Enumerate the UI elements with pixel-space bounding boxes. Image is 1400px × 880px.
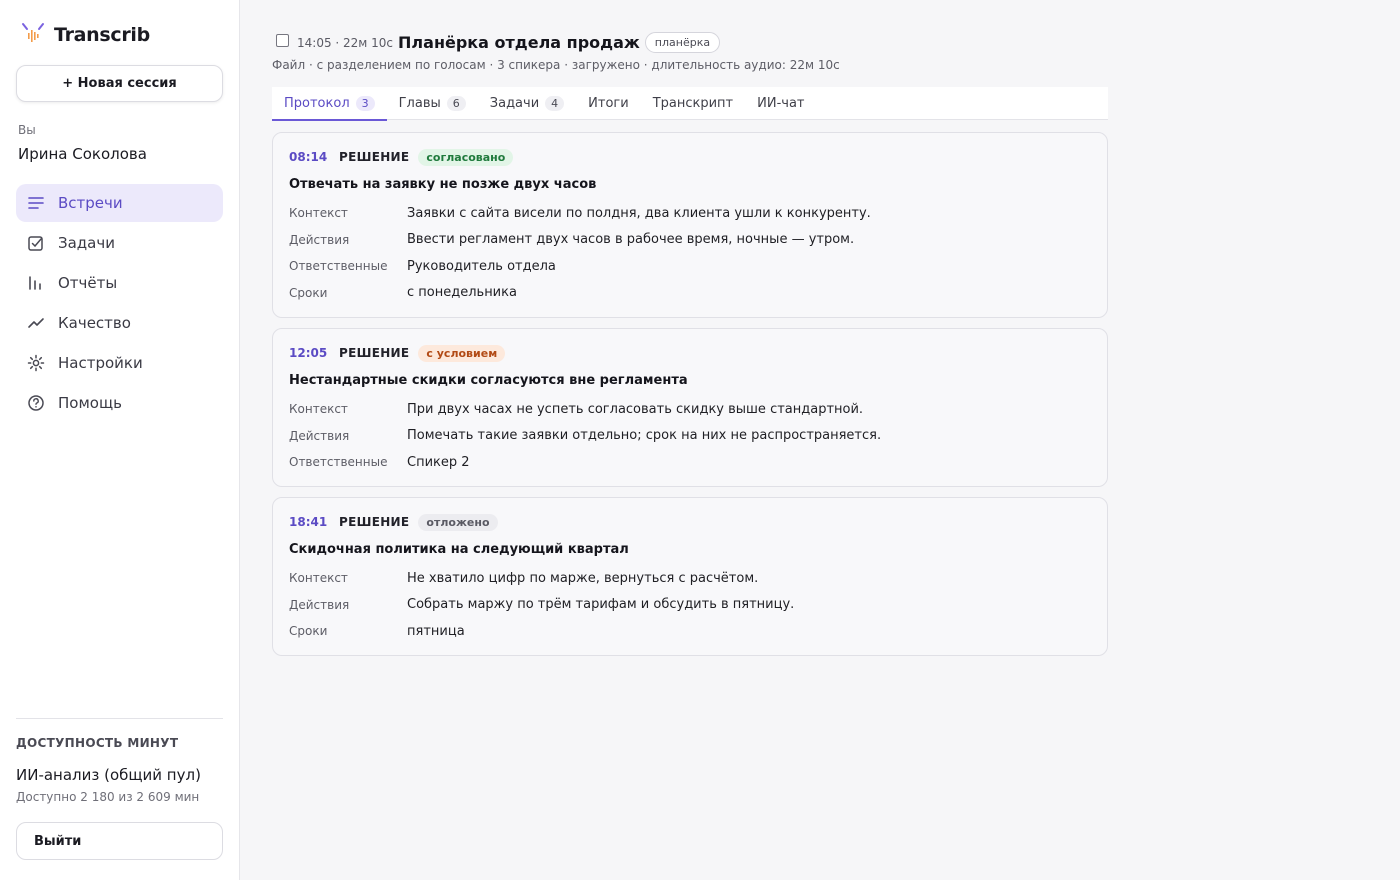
row-value: Помечать такие заявки отдельно; срок на … — [407, 428, 882, 444]
logout-button[interactable]: Выйти — [16, 822, 223, 860]
sidebar-item-tasks[interactable]: Задачи — [16, 224, 223, 262]
meeting-header: 14:05 · 22м 10с Планёрка отдела продаж п… — [276, 31, 721, 53]
sidebar-item-label: Задачи — [58, 234, 115, 252]
help-icon — [26, 393, 46, 413]
sidebar-item-settings[interactable]: Настройки — [16, 344, 223, 382]
row-value: Собрать маржу по трём тарифам и обсудить… — [407, 597, 795, 613]
row-value: пятница — [407, 623, 465, 639]
tab-label: Протокол — [284, 96, 350, 111]
decision-timestamp[interactable]: 08:14 — [289, 150, 339, 164]
new-session-button[interactable]: + Новая сессия — [16, 65, 223, 102]
decision-row: Контекст При двух часах не успеть соглас… — [289, 396, 1091, 423]
decision-row: Сроки с понедельника — [289, 280, 1091, 307]
minutes-pool: ИИ-анализ (общий пул) — [16, 766, 201, 784]
sidebar-item-label: Настройки — [58, 354, 143, 372]
sidebar-item-label: Качество — [58, 314, 131, 332]
decision-row: Ответственные Руководитель отдела — [289, 253, 1091, 280]
row-value: Ввести регламент двух часов в рабочее вр… — [407, 232, 855, 248]
minutes-available: Доступно 2 180 из 2 609 мин — [16, 790, 200, 804]
you-label: Вы — [18, 123, 36, 137]
row-value: Заявки с сайта висели по полдня, два кли… — [407, 205, 871, 221]
tab-label: Главы — [398, 96, 441, 111]
decision-row: Действия Ввести регламент двух часов в р… — [289, 227, 1091, 254]
decision-row: Действия Собрать маржу по трём тарифам и… — [289, 592, 1091, 619]
row-label: Ответственные — [289, 455, 388, 470]
user-name: Ирина Соколова — [18, 145, 147, 163]
meeting-meta: 14:05 · 22м 10с — [297, 36, 394, 50]
sidebar-item-label: Отчёты — [58, 274, 118, 292]
list-icon — [26, 193, 46, 213]
decision-title: Отвечать на заявку не позже двух часов — [289, 177, 597, 192]
row-label: Действия — [289, 428, 350, 443]
status-badge: согласовано — [418, 148, 514, 166]
decision-row: Контекст Заявки с сайта висели по полдня… — [289, 200, 1091, 227]
sidebar-nav: Встречи Задачи Отчёты Качество Настройки — [16, 184, 223, 424]
sidebar-item-meetings[interactable]: Встречи — [16, 184, 223, 222]
tab-tasks[interactable]: Задачи 4 — [478, 87, 576, 120]
tab-bar: Протокол 3 Главы 6 Задачи 4 Итоги Транск… — [272, 87, 1108, 121]
status-badge: с условием — [418, 344, 506, 362]
tab-ai-chat[interactable]: ИИ-чат — [745, 87, 816, 120]
decision-kind: РЕШЕНИЕ — [339, 346, 410, 360]
gear-icon — [26, 353, 46, 373]
row-value: Руководитель отдела — [407, 258, 556, 274]
tab-summary[interactable]: Итоги — [576, 87, 641, 120]
tab-label: Транскрипт — [652, 96, 734, 111]
select-checkbox[interactable] — [276, 33, 289, 47]
tab-label: Итоги — [588, 96, 629, 111]
row-label: Контекст — [289, 402, 348, 417]
minutes-title: ДОСТУПНОСТЬ МИНУТ — [16, 736, 179, 750]
decision-title: Скидочная политика на следующий квартал — [289, 542, 629, 557]
row-value: Не хватило цифр по марже, вернуться с ра… — [407, 570, 759, 586]
decision-timestamp[interactable]: 18:41 — [289, 515, 339, 529]
row-label: Сроки — [289, 285, 328, 300]
tab-count: 6 — [446, 96, 466, 111]
page-title: Планёрка отдела продаж — [398, 32, 640, 52]
tab-label: ИИ-чат — [757, 96, 805, 111]
status-badge: отложено — [418, 513, 498, 531]
decision-row: Сроки пятница — [289, 618, 1091, 645]
checkbox-icon — [26, 233, 46, 253]
sidebar-item-help[interactable]: Помощь — [16, 384, 223, 422]
row-value: При двух часах не успеть согласовать ски… — [407, 401, 864, 417]
tab-transcript[interactable]: Транскрипт — [641, 87, 745, 120]
row-value: Спикер 2 — [407, 454, 470, 470]
tab-chapters[interactable]: Главы 6 — [387, 87, 478, 120]
decision-row: Действия Помечать такие заявки отдельно;… — [289, 423, 1091, 450]
tab-protocol[interactable]: Протокол 3 — [272, 87, 387, 121]
row-label: Контекст — [289, 206, 348, 221]
row-label: Сроки — [289, 624, 328, 639]
tab-count: 4 — [545, 96, 565, 111]
row-label: Ответственные — [289, 259, 388, 274]
meeting-subline: Файл · с разделением по голосам · 3 спик… — [272, 58, 840, 72]
row-label: Действия — [289, 232, 350, 247]
tab-count: 3 — [355, 96, 375, 111]
decision-kind: РЕШЕНИЕ — [339, 150, 410, 164]
brand[interactable]: Transcrib — [20, 20, 150, 50]
decision-card: 12:05 РЕШЕНИЕ с условием Нестандартные с… — [272, 328, 1108, 487]
decision-timestamp[interactable]: 12:05 — [289, 346, 339, 360]
decision-kind: РЕШЕНИЕ — [339, 515, 410, 529]
meeting-tag[interactable]: планёрка — [644, 31, 721, 53]
decision-card: 18:41 РЕШЕНИЕ отложено Скидочная политик… — [272, 497, 1108, 656]
sidebar-divider — [16, 718, 223, 719]
sidebar-item-label: Встречи — [58, 194, 123, 212]
tab-label: Задачи — [489, 96, 540, 111]
decision-title: Нестандартные скидки согласуются вне рег… — [289, 373, 688, 388]
sidebar: Transcrib + Новая сессия Вы Ирина Соколо… — [0, 0, 240, 880]
decision-row: Контекст Не хватило цифр по марже, верну… — [289, 565, 1091, 592]
sidebar-item-label: Помощь — [58, 394, 122, 412]
bars-icon — [26, 273, 46, 293]
brand-name: Transcrib — [54, 24, 150, 46]
logo-icon — [20, 20, 46, 50]
sidebar-item-reports[interactable]: Отчёты — [16, 264, 223, 302]
trend-icon — [26, 313, 46, 333]
sidebar-item-quality[interactable]: Качество — [16, 304, 223, 342]
decision-card: 08:14 РЕШЕНИЕ согласовано Отвечать на за… — [272, 132, 1108, 318]
decision-row: Ответственные Спикер 2 — [289, 449, 1091, 476]
row-value: с понедельника — [407, 285, 517, 301]
row-label: Действия — [289, 597, 350, 612]
row-label: Контекст — [289, 571, 348, 586]
